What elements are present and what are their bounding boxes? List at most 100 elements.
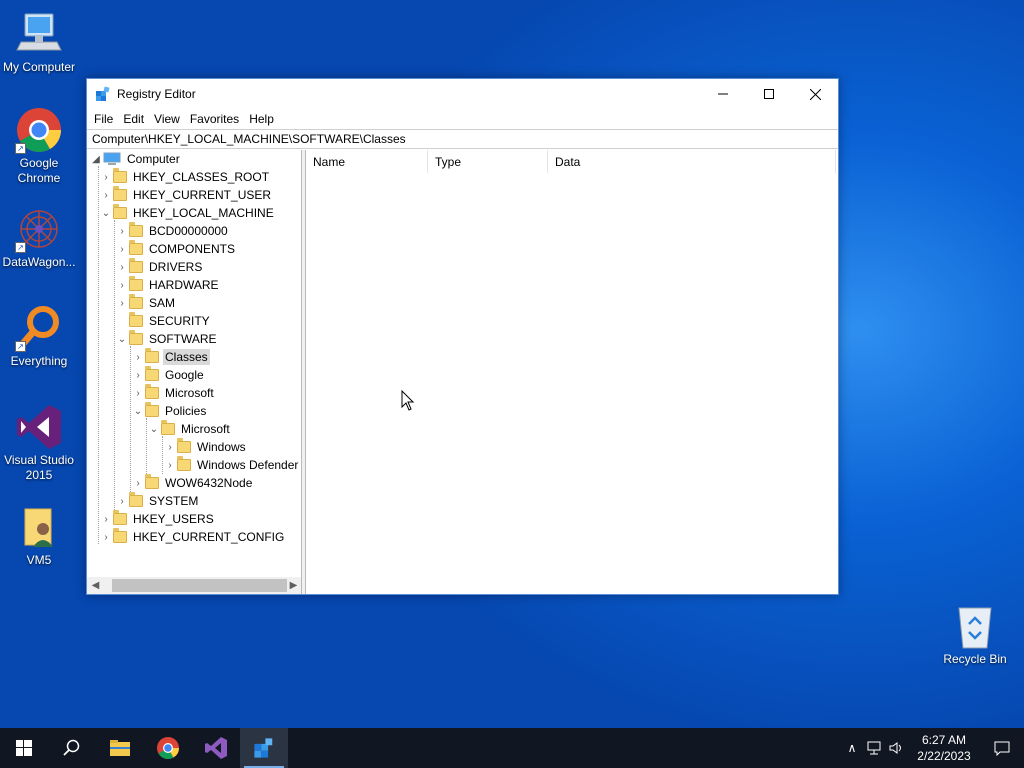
taskbar-registry-editor[interactable]: [240, 728, 288, 768]
address-bar[interactable]: Computer\HKEY_LOCAL_MACHINE\SOFTWARE\Cla…: [87, 129, 838, 149]
network-icon[interactable]: [864, 741, 886, 755]
maximize-icon: [764, 89, 774, 99]
menu-view[interactable]: View: [149, 112, 185, 126]
search-button[interactable]: [48, 728, 96, 768]
chevron-right-icon[interactable]: ›: [115, 240, 129, 258]
tree-item[interactable]: ⌄ HKEY_LOCAL_MACHINE: [99, 204, 276, 222]
chevron-right-icon[interactable]: ›: [99, 510, 113, 528]
address-path: Computer\HKEY_LOCAL_MACHINE\SOFTWARE\Cla…: [92, 132, 406, 146]
action-center-button[interactable]: [980, 741, 1024, 756]
folder-icon: [129, 240, 143, 255]
desktop-icon-recycle-bin[interactable]: Recycle Bin: [936, 602, 1014, 667]
volume-icon[interactable]: [886, 741, 908, 755]
tree-item[interactable]: › HKEY_CURRENT_USER: [99, 186, 273, 204]
close-button[interactable]: [792, 79, 838, 109]
tree-item[interactable]: › Windows: [163, 438, 248, 456]
desktop-icon-visual-studio[interactable]: Visual Studio 2015: [0, 403, 78, 483]
chevron-right-icon[interactable]: ›: [131, 348, 145, 366]
start-button[interactable]: [0, 728, 48, 768]
tree-label: BCD00000000: [149, 224, 228, 238]
chevron-right-icon[interactable]: ›: [163, 456, 177, 474]
taskbar-chrome[interactable]: [144, 728, 192, 768]
tree-item[interactable]: › DRIVERS: [115, 258, 204, 276]
tree-item[interactable]: › HKEY_CLASSES_ROOT: [99, 168, 271, 186]
chevron-down-icon[interactable]: ⌄: [115, 330, 129, 348]
taskbar-file-explorer[interactable]: [96, 728, 144, 768]
menu-edit[interactable]: Edit: [118, 112, 149, 126]
tree-item[interactable]: ⌄ Microsoft: [147, 420, 232, 438]
desktop-icon-my-computer[interactable]: My Computer: [0, 10, 78, 75]
desktop-icon-label: Everything: [10, 354, 68, 368]
folder-icon: [145, 384, 159, 399]
scrollbar-thumb[interactable]: [112, 579, 287, 592]
desktop-icon-everything[interactable]: ↗ Everything: [0, 304, 78, 369]
desktop-icon-datawagon[interactable]: ↗ DataWagon...: [0, 205, 78, 270]
scroll-right-icon[interactable]: ▶: [285, 580, 301, 591]
tree-item[interactable]: › SYSTEM: [115, 492, 200, 510]
close-icon: [809, 88, 821, 100]
computer-small-icon: [103, 152, 121, 166]
column-header-data[interactable]: Data: [548, 150, 836, 173]
tree-item[interactable]: › WOW6432Node: [131, 474, 254, 492]
column-header-name[interactable]: Name: [306, 150, 428, 173]
tree-root-computer[interactable]: ◢ Computer: [89, 150, 182, 168]
chevron-right-icon[interactable]: ›: [115, 258, 129, 276]
folder-icon: [145, 348, 159, 363]
key-tree-pane[interactable]: ◢ Computer › HKEY_CLASSES_ROOT › HKEY_CURR…: [87, 150, 302, 594]
expand-down-icon[interactable]: ◢: [89, 150, 103, 168]
clock[interactable]: 6:27 AM 2/22/2023: [908, 732, 980, 764]
title-bar[interactable]: Registry Editor: [87, 79, 838, 109]
tree-item[interactable]: SECURITY: [115, 312, 212, 330]
tree-label: SOFTWARE: [149, 332, 217, 346]
column-header-type[interactable]: Type: [428, 150, 548, 173]
chevron-right-icon[interactable]: ›: [131, 366, 145, 384]
tree-item[interactable]: › Windows Defender: [163, 456, 300, 474]
tree-item[interactable]: › HKEY_USERS: [99, 510, 216, 528]
minimize-button[interactable]: [700, 79, 746, 109]
chevron-right-icon[interactable]: ›: [131, 474, 145, 492]
menu-file[interactable]: File: [89, 112, 118, 126]
tree-item[interactable]: › HKEY_CURRENT_CONFIG: [99, 528, 286, 546]
tree-label: COMPONENTS: [149, 242, 236, 256]
chevron-down-icon[interactable]: ⌄: [131, 402, 145, 420]
chevron-right-icon[interactable]: ›: [115, 276, 129, 294]
chevron-right-icon[interactable]: ›: [115, 294, 129, 312]
tree-item[interactable]: › SAM: [115, 294, 177, 312]
maximize-button[interactable]: [746, 79, 792, 109]
chevron-right-icon[interactable]: ›: [115, 222, 129, 240]
folder-icon: [113, 186, 127, 201]
shortcut-arrow-icon: ↗: [15, 143, 26, 154]
chevron-right-icon[interactable]: ›: [99, 186, 113, 204]
tree-item-selected[interactable]: › Classes: [131, 348, 210, 366]
tree-label: WOW6432Node: [165, 476, 253, 490]
chevron-right-icon[interactable]: ›: [131, 384, 145, 402]
desktop-icon-vm5[interactable]: VM5: [0, 503, 78, 568]
taskbar-visual-studio[interactable]: [192, 728, 240, 768]
desktop-icon-google-chrome[interactable]: ↗ Google Chrome: [0, 106, 78, 186]
chevron-down-icon[interactable]: ⌄: [147, 420, 161, 438]
folder-icon: [129, 330, 143, 345]
horizontal-scrollbar[interactable]: ◀ ▶: [87, 577, 301, 594]
recycle-bin-icon: [951, 602, 999, 650]
desktop-icon-label: VM5: [26, 553, 52, 567]
chevron-right-icon[interactable]: ›: [99, 528, 113, 546]
menu-help[interactable]: Help: [244, 112, 279, 126]
chevron-right-icon[interactable]: ›: [99, 168, 113, 186]
chevron-right-icon[interactable]: ›: [163, 438, 177, 456]
scroll-left-icon[interactable]: ◀: [87, 580, 104, 591]
values-list-pane[interactable]: Name Type Data: [306, 150, 838, 594]
tree-item[interactable]: › Microsoft: [131, 384, 216, 402]
tree-item[interactable]: › Google: [131, 366, 206, 384]
tree-item[interactable]: › BCD00000000: [115, 222, 230, 240]
menu-favorites[interactable]: Favorites: [185, 112, 244, 126]
tree-item[interactable]: ⌄ SOFTWARE: [115, 330, 219, 348]
tree-item[interactable]: ⌄ Policies: [131, 402, 208, 420]
folder-icon: [113, 168, 127, 183]
tree-label: SYSTEM: [149, 494, 199, 508]
system-tray: ∧ 6:27 AM 2/22/2023: [840, 728, 1024, 768]
chevron-up-icon[interactable]: ∧: [840, 741, 864, 755]
chevron-right-icon[interactable]: ›: [115, 492, 129, 510]
tree-item[interactable]: › COMPONENTS: [115, 240, 237, 258]
chevron-down-icon[interactable]: ⌄: [99, 204, 113, 222]
tree-item[interactable]: › HARDWARE: [115, 276, 221, 294]
